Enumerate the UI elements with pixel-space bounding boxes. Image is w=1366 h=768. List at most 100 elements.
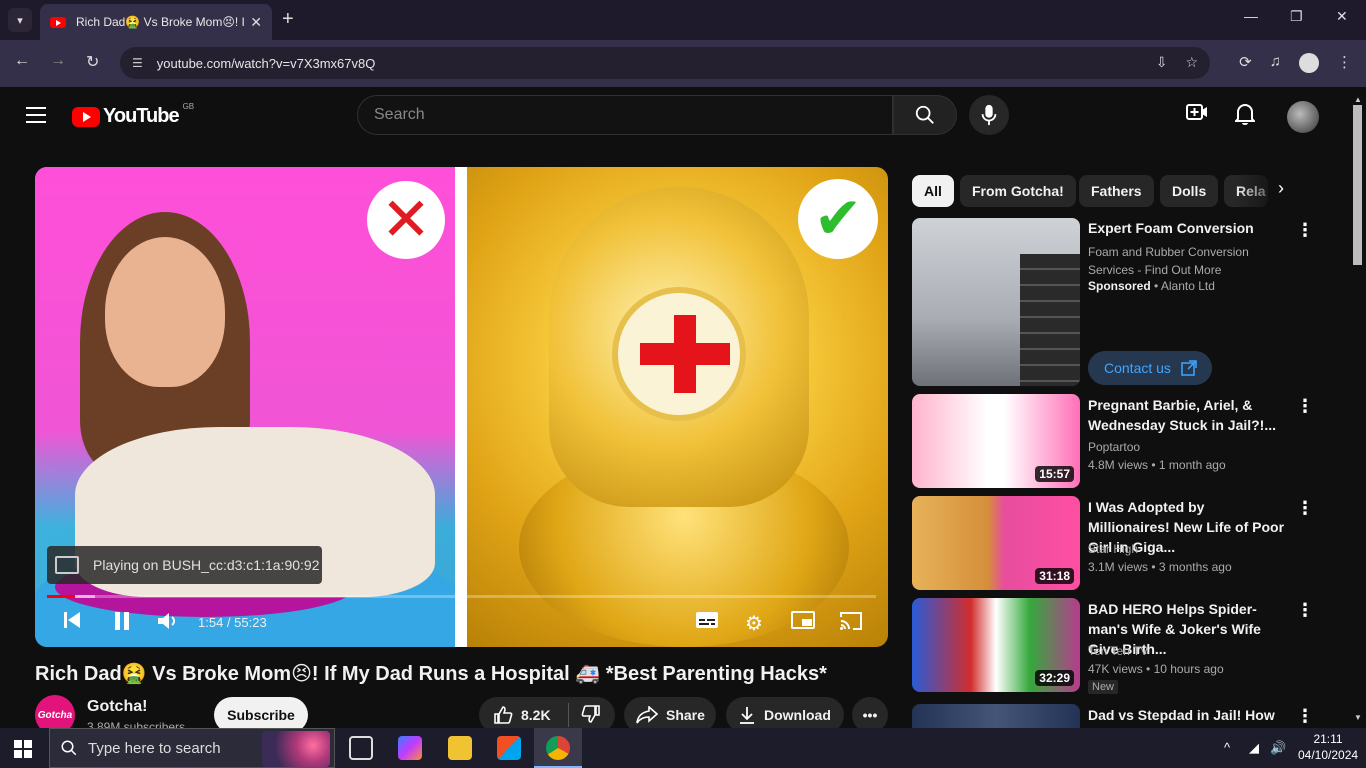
chrome-icon[interactable] bbox=[546, 736, 570, 760]
search-input[interactable] bbox=[374, 106, 892, 124]
minimize-icon[interactable]: — bbox=[1244, 8, 1258, 24]
chip-all[interactable]: All bbox=[912, 175, 954, 207]
site-settings-icon[interactable]: ☰ bbox=[132, 56, 143, 70]
volume-icon[interactable] bbox=[157, 611, 179, 637]
channel-name[interactable]: Gotcha! bbox=[87, 698, 147, 716]
system-clock[interactable]: 21:11 04/10/2024 bbox=[1298, 731, 1358, 763]
youtube-play-logo-icon bbox=[72, 106, 100, 127]
install-app-icon[interactable]: ⇩ bbox=[1156, 54, 1168, 71]
file-explorer-icon[interactable] bbox=[448, 736, 472, 760]
pause-icon[interactable] bbox=[113, 611, 131, 637]
new-tab-plus-icon[interactable]: + bbox=[282, 8, 294, 30]
ad-title[interactable]: Expert Foam Conversion bbox=[1088, 220, 1254, 236]
settings-gear-icon[interactable]: ⚙ bbox=[745, 611, 763, 636]
tab-list-chevron-icon[interactable]: ▾ bbox=[8, 8, 32, 32]
progress-played bbox=[47, 595, 76, 598]
recommendation-thumbnail[interactable]: 15:57 bbox=[912, 394, 1080, 488]
voice-search-button[interactable] bbox=[969, 95, 1009, 135]
search-icon bbox=[915, 105, 934, 124]
scroll-up-arrow-icon[interactable]: ▲ bbox=[1354, 95, 1362, 104]
recommendation-more-kebab-icon[interactable]: ⋮ bbox=[1296, 498, 1314, 519]
volume-tray-icon[interactable]: 🔊 bbox=[1270, 740, 1286, 756]
external-link-icon bbox=[1181, 360, 1197, 376]
progress-bar[interactable] bbox=[47, 595, 876, 598]
page-scrollbar[interactable]: ▲ ▼ bbox=[1350, 87, 1366, 728]
video-player[interactable]: ✕ ✔ Playing on BUSH_cc:d3:c1:1a:90:92 1:… bbox=[35, 167, 888, 647]
contact-us-button[interactable]: Contact us bbox=[1088, 351, 1212, 385]
search-button[interactable] bbox=[893, 95, 957, 135]
green-check-icon: ✔ bbox=[798, 179, 878, 259]
extension-icon[interactable]: ⟳ bbox=[1239, 53, 1252, 73]
recommendation-more-kebab-icon[interactable]: ⋮ bbox=[1296, 600, 1314, 621]
chip-dolls[interactable]: Dolls bbox=[1160, 175, 1219, 207]
reload-icon[interactable]: ↻ bbox=[86, 52, 99, 72]
ad-thumbnail[interactable] bbox=[912, 218, 1080, 386]
taskbar-search-icon bbox=[61, 740, 77, 756]
share-label: Share bbox=[666, 707, 705, 723]
like-button[interactable]: 8.2K bbox=[479, 703, 569, 727]
chip-from-gotcha[interactable]: From Gotcha! bbox=[960, 175, 1076, 207]
miniplayer-icon[interactable] bbox=[791, 611, 815, 635]
bookmark-star-icon[interactable]: ☆ bbox=[1185, 54, 1198, 71]
recommendation-thumbnail[interactable] bbox=[912, 704, 1080, 728]
cast-active-icon[interactable] bbox=[839, 611, 863, 637]
youtube-logo[interactable]: YouTube GB bbox=[72, 102, 194, 128]
download-icon bbox=[740, 707, 754, 724]
subtitles-icon[interactable] bbox=[695, 611, 719, 635]
forward-arrow-icon[interactable]: → bbox=[50, 52, 66, 70]
media-controls-icon[interactable]: ♫ bbox=[1270, 53, 1281, 73]
clock-time: 21:11 bbox=[1313, 732, 1343, 746]
maximize-icon[interactable]: ❐ bbox=[1290, 8, 1303, 25]
cast-icon bbox=[55, 556, 79, 574]
copilot-icon[interactable] bbox=[398, 736, 422, 760]
previous-icon[interactable] bbox=[63, 611, 81, 635]
recommendation-more-kebab-icon[interactable]: ⋮ bbox=[1296, 396, 1314, 417]
recommendation-thumbnail[interactable]: 32:29 bbox=[912, 598, 1080, 692]
recommendation-channel[interactable]: Poptartoo bbox=[1088, 440, 1140, 454]
recommendation-channel[interactable]: Star High bbox=[1088, 542, 1138, 556]
video-duration: 15:57 bbox=[1035, 466, 1074, 482]
address-bar[interactable]: ☰ youtube.com/watch?v=v7X3mx67v8Q ⇩ ☆ bbox=[120, 47, 1210, 79]
red-x-icon: ✕ bbox=[367, 181, 445, 259]
recommendation-thumbnail[interactable]: 31:18 bbox=[912, 496, 1080, 590]
taskbar-search-input[interactable] bbox=[88, 739, 258, 757]
scrollbar-thumb[interactable] bbox=[1353, 105, 1362, 265]
window-close-icon[interactable]: ✕ bbox=[1336, 8, 1348, 25]
search-highlight-image bbox=[262, 731, 330, 767]
recommendation-title[interactable]: Dad vs Stepdad in Jail! How to bbox=[1088, 705, 1288, 725]
ad-sponsor-line: Sponsored • Alanto Ltd bbox=[1088, 279, 1215, 293]
back-arrow-icon[interactable]: ← bbox=[14, 52, 30, 70]
tray-overflow-chevron-icon[interactable]: ^ bbox=[1224, 740, 1230, 755]
network-wifi-icon[interactable]: ◢ bbox=[1249, 740, 1259, 756]
task-view-icon[interactable] bbox=[349, 736, 373, 760]
tab-close-icon[interactable]: ✕ bbox=[250, 14, 262, 31]
microsoft-store-icon[interactable] bbox=[497, 736, 521, 760]
browser-tab-active[interactable]: Rich Dad🤮 Vs Broke Mom😣! If My Dad ✕ bbox=[40, 4, 272, 40]
video-duration: 31:18 bbox=[1035, 568, 1074, 584]
profile-avatar-icon[interactable] bbox=[1299, 53, 1319, 73]
account-avatar[interactable] bbox=[1287, 101, 1319, 133]
chip-fathers[interactable]: Fathers bbox=[1079, 175, 1154, 207]
recommendation-more-kebab-icon[interactable]: ⋮ bbox=[1296, 706, 1314, 727]
notifications-bell-icon[interactable] bbox=[1233, 103, 1257, 131]
player-controls: 1:54 / 55:23 ⚙ bbox=[35, 599, 888, 647]
clock-date: 04/10/2024 bbox=[1298, 748, 1359, 762]
recommendation-meta: 4.8M views • 1 month ago bbox=[1088, 458, 1226, 472]
tab-title: Rich Dad🤮 Vs Broke Mom😣! If My Dad bbox=[76, 15, 244, 29]
windows-start-icon[interactable] bbox=[14, 740, 32, 758]
time-display: 1:54 / 55:23 bbox=[198, 615, 267, 630]
dislike-button[interactable] bbox=[569, 704, 601, 727]
thumbs-down-icon bbox=[581, 704, 600, 723]
chip-next-chevron-icon[interactable]: › bbox=[1278, 178, 1284, 199]
download-label: Download bbox=[764, 707, 831, 723]
hamburger-menu-icon[interactable] bbox=[26, 107, 46, 128]
logo-wordmark: YouTube bbox=[103, 105, 180, 127]
browser-menu-kebab-icon[interactable]: ⋮ bbox=[1337, 53, 1352, 73]
ad-more-kebab-icon[interactable]: ⋮ bbox=[1296, 220, 1314, 241]
recommendation-title[interactable]: Pregnant Barbie, Ariel, & Wednesday Stuc… bbox=[1088, 395, 1288, 435]
video-duration: 32:29 bbox=[1035, 670, 1074, 686]
taskbar-search-box[interactable] bbox=[49, 728, 335, 768]
recommendation-channel[interactable]: Ten Ten TV bbox=[1088, 644, 1148, 658]
scroll-down-arrow-icon[interactable]: ▼ bbox=[1354, 713, 1362, 722]
create-video-icon[interactable] bbox=[1186, 103, 1208, 127]
